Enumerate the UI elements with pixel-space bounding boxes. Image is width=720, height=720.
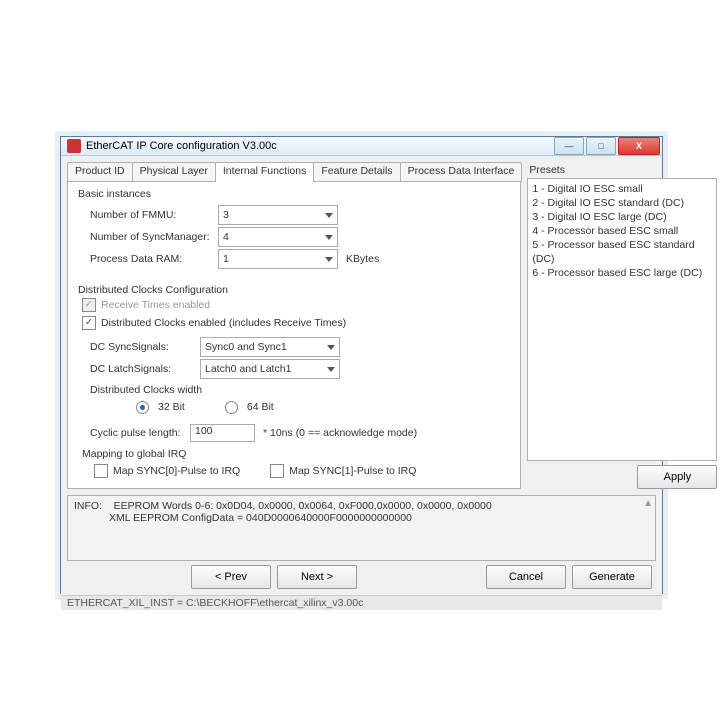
chevron-down-icon bbox=[325, 257, 333, 262]
dc-enabled-label: Distributed Clocks enabled (includes Rec… bbox=[101, 317, 346, 329]
syncmgr-label: Number of SyncManager: bbox=[90, 231, 218, 243]
map-sync0-checkbox[interactable] bbox=[94, 464, 108, 478]
cyc-label: Cyclic pulse length: bbox=[90, 427, 190, 439]
group-dc-config: Distributed Clocks Configuration ✓ Recei… bbox=[76, 284, 512, 482]
preset-item[interactable]: 5 - Processor based ESC standard (DC) bbox=[532, 238, 712, 266]
ram-label: Process Data RAM: bbox=[90, 253, 218, 265]
ram-unit: KBytes bbox=[346, 253, 379, 265]
cyc-input[interactable]: 100 bbox=[190, 424, 255, 442]
presets-panel: Presets 1 - Digital IO ESC small 2 - Dig… bbox=[527, 162, 717, 489]
tab-feature-details[interactable]: Feature Details bbox=[313, 162, 400, 182]
main-window: EtherCAT IP Core configuration V3.00c — … bbox=[60, 136, 663, 594]
preset-item[interactable]: 3 - Digital IO ESC large (DC) bbox=[532, 210, 712, 224]
nav-buttons: < Prev Next > Cancel Generate bbox=[67, 561, 656, 593]
minimize-button[interactable]: — bbox=[554, 137, 584, 155]
tab-body: Basic instances Number of FMMU: 3 Number… bbox=[67, 181, 521, 489]
fmmu-combo[interactable]: 3 bbox=[218, 205, 338, 225]
presets-list[interactable]: 1 - Digital IO ESC small 2 - Digital IO … bbox=[527, 178, 717, 461]
cancel-button[interactable]: Cancel bbox=[486, 565, 566, 589]
receive-times-checkbox: ✓ bbox=[82, 298, 96, 312]
map-irq-title: Mapping to global IRQ bbox=[76, 448, 512, 460]
info-line2: XML EEPROM ConfigData = 040D0000640000F0… bbox=[109, 512, 412, 524]
preset-item[interactable]: 2 - Digital IO ESC standard (DC) bbox=[532, 196, 712, 210]
chevron-down-icon bbox=[327, 345, 335, 350]
tab-host: Product ID Physical Layer Internal Funct… bbox=[67, 162, 521, 489]
apply-button[interactable]: Apply bbox=[637, 465, 717, 489]
dc-enabled-checkbox[interactable]: ✓ bbox=[82, 316, 96, 330]
tab-product-id[interactable]: Product ID bbox=[67, 162, 133, 182]
titlebar[interactable]: EtherCAT IP Core configuration V3.00c — … bbox=[61, 137, 662, 156]
cyc-unit: * 10ns (0 == acknowledge mode) bbox=[263, 427, 417, 439]
tab-process-data-interface[interactable]: Process Data Interface bbox=[400, 162, 523, 182]
chevron-down-icon bbox=[327, 367, 335, 372]
client-area: Product ID Physical Layer Internal Funct… bbox=[61, 156, 662, 595]
tab-physical-layer[interactable]: Physical Layer bbox=[132, 162, 216, 182]
app-icon bbox=[67, 139, 81, 153]
map-sync1-checkbox[interactable] bbox=[270, 464, 284, 478]
ram-combo[interactable]: 1 bbox=[218, 249, 338, 269]
receive-times-label: Receive Times enabled bbox=[101, 299, 210, 311]
group-basic-instances: Basic instances Number of FMMU: 3 Number… bbox=[76, 188, 512, 274]
width-32-radio[interactable] bbox=[136, 401, 149, 414]
fmmu-label: Number of FMMU: bbox=[90, 209, 218, 221]
generate-button[interactable]: Generate bbox=[572, 565, 652, 589]
info-log[interactable]: INFO: EEPROM Words 0-6: 0x0D04, 0x0000, … bbox=[67, 495, 656, 561]
syncsig-combo[interactable]: Sync0 and Sync1 bbox=[200, 337, 340, 357]
syncsig-label: DC SyncSignals: bbox=[90, 341, 200, 353]
maximize-button[interactable]: □ bbox=[586, 137, 616, 155]
dcc-title: Distributed Clocks Configuration bbox=[76, 284, 512, 296]
chevron-down-icon bbox=[325, 213, 333, 218]
window-title: EtherCAT IP Core configuration V3.00c bbox=[86, 140, 552, 152]
latchsig-combo[interactable]: Latch0 and Latch1 bbox=[200, 359, 340, 379]
latchsig-label: DC LatchSignals: bbox=[90, 363, 200, 375]
prev-button[interactable]: < Prev bbox=[191, 565, 271, 589]
scroll-up-icon[interactable]: ▲ bbox=[643, 498, 653, 509]
preset-item[interactable]: 4 - Processor based ESC small bbox=[532, 224, 712, 238]
chevron-down-icon bbox=[325, 235, 333, 240]
presets-title: Presets bbox=[527, 162, 717, 178]
close-button[interactable]: X bbox=[618, 137, 660, 155]
tab-internal-functions[interactable]: Internal Functions bbox=[215, 162, 314, 182]
next-button[interactable]: Next > bbox=[277, 565, 357, 589]
basic-title: Basic instances bbox=[76, 188, 512, 200]
preset-item[interactable]: 1 - Digital IO ESC small bbox=[532, 182, 712, 196]
info-line1: EEPROM Words 0-6: 0x0D04, 0x0000, 0x0064… bbox=[114, 500, 492, 512]
syncmgr-combo[interactable]: 4 bbox=[218, 227, 338, 247]
preset-item[interactable]: 6 - Processor based ESC large (DC) bbox=[532, 266, 712, 280]
info-prefix: INFO: bbox=[74, 500, 102, 512]
width-64-radio[interactable] bbox=[225, 401, 238, 414]
dc-width-title: Distributed Clocks width bbox=[76, 384, 512, 396]
status-bar: ETHERCAT_XIL_INST = C:\BECKHOFF\ethercat… bbox=[61, 595, 662, 610]
